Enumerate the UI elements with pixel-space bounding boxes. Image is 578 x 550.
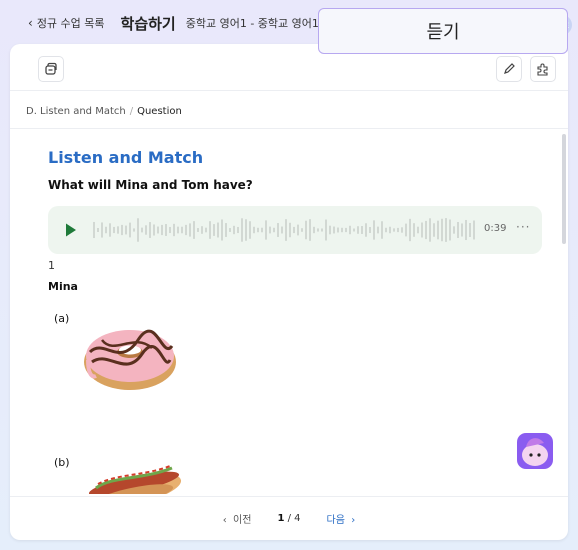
next-page-button[interactable]: 다음 › — [327, 511, 356, 526]
breadcrumb-separator: / — [129, 106, 134, 117]
pen-icon[interactable] — [496, 56, 522, 82]
scrollbar[interactable] — [562, 134, 566, 244]
listen-mode-label: 듣기 — [318, 8, 568, 54]
content-card: D. Listen and Match / Question Listen and … — [10, 44, 568, 540]
prev-label: 이전 — [233, 514, 252, 526]
breadcrumb-divider — [10, 128, 568, 129]
back-to-list-link[interactable]: 정규 수업 목록 — [37, 15, 105, 31]
question-title: Listen and Match — [48, 148, 204, 167]
breadcrumb: D. Listen and Match / Question — [26, 106, 182, 117]
chevron-left-icon[interactable]: ‹ — [28, 16, 33, 30]
waveform[interactable] — [92, 216, 480, 244]
breadcrumb-section[interactable]: D. Listen and Match — [26, 106, 126, 117]
option-a-label: (a) — [54, 312, 70, 325]
page-title: 학습하기 — [120, 14, 176, 33]
course-title: 중학교 영어1 - 중학교 영어1 — [185, 17, 319, 30]
total-pages: 4 — [294, 512, 301, 524]
audio-player: 0:39 ··· — [48, 206, 542, 254]
item-number: 1 — [48, 259, 55, 272]
puzzle-icon[interactable] — [530, 56, 556, 82]
breadcrumb-current: Question — [137, 106, 182, 117]
option-b-label: (b) — [54, 456, 70, 469]
question-prompt: What will Mina and Tom have? — [48, 178, 253, 192]
next-label: 다음 — [326, 514, 345, 526]
more-options-icon[interactable]: ··· — [516, 220, 530, 234]
prev-page-button[interactable]: ‹ 이전 — [223, 511, 252, 526]
page-separator: / — [284, 512, 295, 524]
pagination: ‹ 이전 1 / 4 다음 › — [10, 496, 568, 540]
person-name: Mina — [48, 280, 78, 293]
donut-image — [84, 329, 176, 390]
assistant-mascot-icon[interactable] — [516, 431, 554, 471]
layers-icon[interactable] — [38, 56, 64, 82]
play-icon[interactable] — [64, 222, 78, 238]
hotdog-image — [86, 465, 182, 494]
question-area: Listen and Match What will Mina and Tom … — [10, 134, 556, 494]
toolbar-divider — [10, 90, 568, 91]
audio-time: 0:39 — [484, 223, 507, 234]
page-indicator: 1 / 4 — [277, 513, 300, 524]
